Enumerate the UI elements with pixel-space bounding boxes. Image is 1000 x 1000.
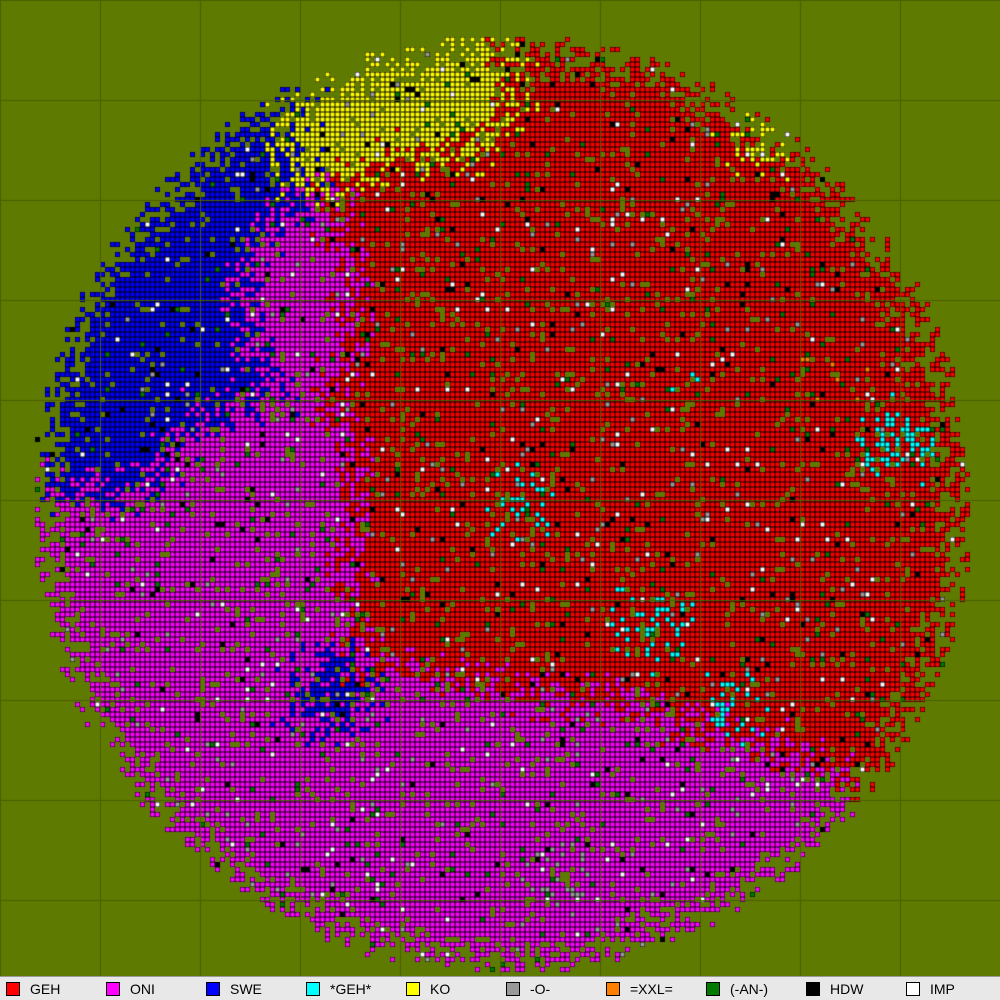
legend-swatch-o	[506, 982, 520, 996]
territory-map[interactable]	[0, 0, 1000, 976]
legend-label-swe: SWE	[230, 981, 262, 997]
legend-swatch-geh	[6, 982, 20, 996]
legend-item-xxl: =XXL=	[606, 980, 673, 998]
legend-item-swe: SWE	[206, 980, 262, 998]
legend-label-ko: KO	[430, 981, 451, 997]
legend-item-ko: KO	[406, 980, 450, 998]
legend-swatch-swe	[206, 982, 220, 996]
legend-item-o: -O-	[506, 980, 550, 998]
legend-label-imp: IMP	[930, 981, 955, 997]
legend-item-imp: IMP	[906, 980, 955, 998]
legend-label-geh-star: *GEH*	[330, 981, 372, 997]
legend-swatch-oni	[106, 982, 120, 996]
legend-item-geh: GEH	[6, 980, 60, 998]
legend-bar: GEH ONI SWE *GEH* KO -O- =XXL= (-AN-) HD…	[0, 976, 1000, 1000]
legend-item-an: (-AN-)	[706, 980, 768, 998]
legend-item-oni: ONI	[106, 980, 155, 998]
map-area[interactable]	[0, 0, 1000, 976]
legend-label-oni: ONI	[130, 981, 155, 997]
legend-swatch-xxl	[606, 982, 620, 996]
legend-swatch-imp	[906, 982, 920, 996]
legend-item-geh-star: *GEH*	[306, 980, 371, 998]
legend-label-an: (-AN-)	[730, 981, 769, 997]
legend-swatch-geh-star	[306, 982, 320, 996]
legend-label-o: -O-	[530, 981, 551, 997]
legend-label-xxl: =XXL=	[630, 981, 673, 997]
legend-swatch-ko	[406, 982, 420, 996]
legend-label-geh: GEH	[30, 981, 61, 997]
legend-label-hdw: HDW	[830, 981, 864, 997]
legend-swatch-an	[706, 982, 720, 996]
legend-swatch-hdw	[806, 982, 820, 996]
territory-raster	[0, 0, 1000, 976]
legend-item-hdw: HDW	[806, 980, 863, 998]
